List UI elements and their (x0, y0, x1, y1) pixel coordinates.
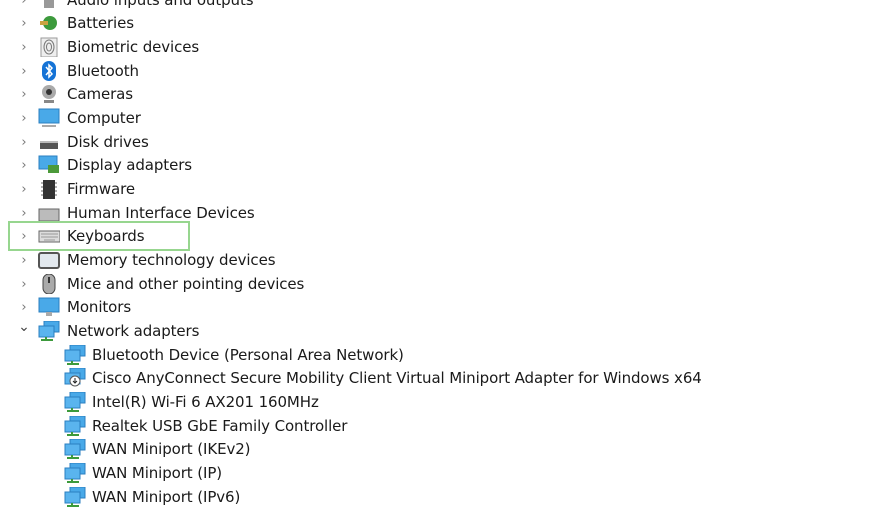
highlight-box-keyboards (8, 221, 190, 251)
network-adapter-icon (64, 344, 86, 365)
tree-item-disk-drives[interactable]: › Disk drives (0, 131, 889, 154)
list-item-network-adapter[interactable]: Realtek USB GbE Family Controller (0, 415, 889, 438)
webcam-icon (42, 85, 56, 104)
network-adapter-icon (64, 462, 86, 483)
tree-item-label: Disk drives (67, 132, 149, 151)
chevron-right-icon[interactable]: › (18, 249, 30, 272)
tree-item-label: Cameras (67, 85, 133, 104)
display-adapter-icon (38, 155, 59, 174)
tree-item-bluetooth[interactable]: › Bluetooth (0, 60, 889, 83)
tree-item-computer[interactable]: › Computer (0, 107, 889, 130)
tree-item-firmware[interactable]: › Firmware (0, 178, 889, 201)
disk-drive-icon (40, 140, 58, 149)
tree-item-label: Display adapters (67, 156, 192, 175)
network-adapter-icon (38, 320, 60, 341)
chevron-right-icon[interactable]: › (18, 273, 30, 296)
tree-item-label: WAN Miniport (IKEv2) (92, 440, 251, 459)
tree-item-label: WAN Miniport (IPv6) (92, 487, 241, 506)
tree-item-label: Firmware (67, 179, 135, 198)
network-adapter-icon (64, 486, 86, 507)
list-item-network-adapter[interactable]: WAN Miniport (IPv6) (0, 486, 889, 509)
computer-icon (38, 108, 60, 127)
tree-item-label: WAN Miniport (IP) (92, 463, 223, 482)
tree-item-label: Human Interface Devices (67, 203, 255, 222)
chevron-right-icon[interactable]: › (18, 83, 30, 106)
tree-item-cameras[interactable]: › Cameras (0, 83, 889, 106)
tree-item-network-adapters[interactable]: ⌄ Network adapters (0, 319, 889, 343)
chevron-right-icon[interactable]: › (18, 178, 30, 201)
hid-icon (38, 208, 60, 222)
tree-item-monitors[interactable]: › Monitors (0, 296, 889, 319)
network-adapter-download-icon (64, 368, 86, 387)
tree-item-label: Network adapters (67, 321, 200, 340)
network-adapter-icon (64, 439, 86, 460)
chevron-right-icon[interactable]: › (18, 0, 30, 12)
list-item-network-adapter[interactable]: Intel(R) Wi-Fi 6 AX201 160MHz (0, 391, 889, 414)
list-item-network-adapter[interactable]: WAN Miniport (IP) (0, 462, 889, 485)
tree-item-label: Intel(R) Wi-Fi 6 AX201 160MHz (92, 392, 319, 411)
tree-item-label: Audio inputs and outputs (67, 0, 254, 9)
mouse-icon (42, 273, 56, 294)
tree-item-biometric-devices[interactable]: › Biometric devices (0, 36, 889, 59)
chevron-right-icon[interactable]: › (18, 154, 30, 177)
network-adapter-icon (64, 415, 86, 436)
speaker-icon (44, 0, 54, 8)
tree-item-label: Cisco AnyConnect Secure Mobility Client … (92, 369, 702, 388)
battery-icon (40, 16, 57, 31)
bluetooth-icon (42, 60, 56, 81)
monitor-icon (38, 297, 60, 317)
chevron-right-icon[interactable]: › (18, 36, 30, 59)
chevron-right-icon[interactable]: › (18, 12, 30, 35)
tree-item-mice-and-other-pointing-devices[interactable]: › Mice and other pointing devices (0, 273, 889, 296)
list-item-network-adapter[interactable]: Bluetooth Device (Personal Area Network) (0, 344, 889, 367)
tree-item-label: Bluetooth (67, 61, 139, 80)
tree-item-label: Realtek USB GbE Family Controller (92, 416, 348, 435)
tree-item-label: Computer (67, 108, 141, 127)
chevron-right-icon[interactable]: › (18, 107, 30, 130)
list-item-network-adapter[interactable]: WAN Miniport (IKEv2) (0, 438, 889, 461)
tree-item-memory-technology-devices[interactable]: › Memory technology devices (0, 249, 889, 272)
tree-item-label: Mice and other pointing devices (67, 274, 305, 293)
chevron-right-icon[interactable]: › (18, 60, 30, 83)
fingerprint-icon (40, 37, 58, 57)
memory-card-icon (38, 251, 60, 269)
tree-item-display-adapters[interactable]: › Display adapters (0, 154, 889, 177)
tree-item-label: Biometric devices (67, 37, 200, 56)
tree-item-batteries[interactable]: › Batteries (0, 12, 889, 35)
tree-item-audio-inputs-and-outputs[interactable]: › Audio inputs and outputs (0, 0, 889, 12)
tree-item-label: Bluetooth Device (Personal Area Network) (92, 345, 404, 364)
tree-item-label: Memory technology devices (67, 250, 276, 269)
network-adapter-icon (64, 391, 86, 412)
chevron-right-icon[interactable]: › (18, 131, 30, 154)
tree-item-label: Batteries (67, 14, 134, 33)
firmware-chip-icon (41, 179, 57, 199)
list-item-network-adapter[interactable]: Cisco AnyConnect Secure Mobility Client … (0, 367, 889, 390)
tree-item-label: Monitors (67, 298, 132, 317)
chevron-down-icon[interactable]: ⌄ (18, 316, 30, 339)
